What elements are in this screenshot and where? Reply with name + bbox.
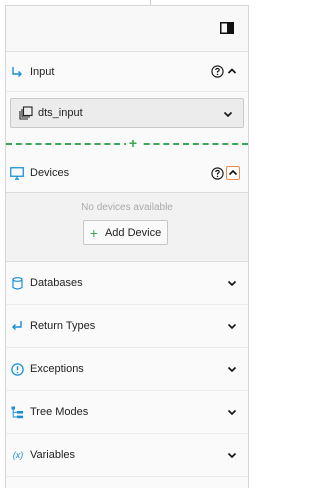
return-arrow-icon bbox=[10, 319, 24, 333]
return-types-section-header[interactable]: Return Types bbox=[6, 305, 248, 348]
devices-section-label: Devices bbox=[30, 167, 70, 179]
database-icon bbox=[10, 276, 24, 290]
tree-modes-section-header[interactable]: Tree Modes bbox=[6, 391, 248, 434]
chevron-down-icon bbox=[227, 409, 237, 416]
return-types-section-label: Return Types bbox=[30, 320, 96, 332]
input-section-label: Input bbox=[30, 65, 55, 78]
input-help-icon[interactable] bbox=[211, 65, 224, 78]
chevron-down-icon bbox=[227, 323, 237, 330]
chevron-up-icon[interactable] bbox=[226, 65, 238, 77]
chevron-down-icon bbox=[227, 452, 237, 459]
databases-section-header[interactable]: Databases bbox=[6, 262, 248, 305]
add-input-plus-icon[interactable]: + bbox=[126, 135, 140, 151]
chevron-down-icon bbox=[227, 366, 237, 373]
layers-icon bbox=[19, 106, 33, 120]
input-section-header[interactable]: Input bbox=[6, 52, 248, 92]
input-select-wrap: dts_input bbox=[6, 92, 248, 128]
chevron-up-icon bbox=[228, 169, 238, 176]
tree-modes-section-label: Tree Modes bbox=[30, 406, 89, 418]
input-arrow-icon bbox=[10, 65, 24, 79]
variables-section-label: Variables bbox=[30, 449, 76, 461]
add-device-button[interactable]: + Add Device bbox=[83, 220, 168, 245]
side-panel: Input dts_input + Devices No devices ava… bbox=[5, 5, 249, 488]
panel-toolbar bbox=[6, 6, 248, 52]
databases-section-label: Databases bbox=[30, 277, 83, 289]
devices-collapse-button[interactable] bbox=[226, 166, 240, 180]
input-select-value: dts_input bbox=[38, 107, 83, 119]
monitor-icon bbox=[10, 166, 24, 180]
variable-icon: (x) bbox=[12, 450, 24, 460]
devices-section-header[interactable]: Devices bbox=[6, 154, 248, 193]
add-device-label: Add Device bbox=[104, 226, 162, 239]
input-source-select[interactable]: dts_input bbox=[10, 98, 244, 128]
exceptions-section-header[interactable]: Exceptions bbox=[6, 348, 248, 391]
chevron-down-icon bbox=[223, 111, 233, 118]
exclamation-circle-icon bbox=[10, 362, 24, 376]
add-input-drop-zone[interactable]: + bbox=[6, 132, 248, 154]
no-devices-text: No devices available bbox=[81, 202, 173, 213]
panel-collapse-icon[interactable] bbox=[220, 22, 234, 34]
devices-body: No devices available + Add Device bbox=[6, 193, 248, 262]
chevron-down-icon bbox=[227, 280, 237, 287]
variables-section-header[interactable]: (x) Variables bbox=[6, 434, 248, 477]
plus-icon: + bbox=[89, 224, 98, 241]
tree-icon bbox=[10, 405, 24, 419]
exceptions-section-label: Exceptions bbox=[30, 363, 84, 375]
devices-help-icon[interactable] bbox=[211, 167, 224, 180]
